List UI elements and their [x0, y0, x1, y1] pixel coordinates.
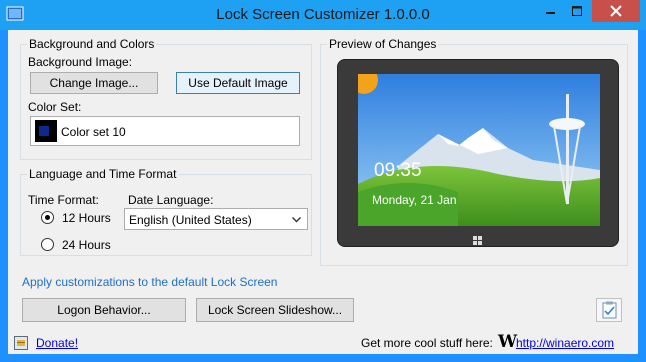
use-default-image-button[interactable]: Use Default Image — [176, 72, 300, 94]
donate-link[interactable]: Donate! — [36, 336, 78, 350]
apply-customizations-link[interactable]: Apply customizations to the default Lock… — [22, 275, 277, 289]
winaero-link[interactable]: http://winaero.com — [516, 336, 614, 350]
background-colors-group-title: Background and Colors — [27, 37, 157, 51]
lock-screen-date: Monday, 21 Jan — [372, 193, 457, 207]
winaero-logo-icon: W — [498, 332, 518, 352]
color-set-value: Color set 10 — [61, 125, 126, 139]
date-language-value: English (United States) — [129, 213, 252, 227]
time-format-label: Time Format: — [28, 193, 99, 207]
settings-check-button[interactable] — [596, 298, 622, 322]
lock-screen-preview: 09:35 Monday, 21 Jan — [358, 74, 600, 226]
windows-logo-icon — [473, 235, 483, 245]
color-set-dropdown[interactable]: Color set 10 — [30, 116, 300, 146]
minimize-icon — [546, 12, 555, 14]
background-image-label: Background Image: — [28, 55, 133, 69]
preview-group-title: Preview of Changes — [327, 37, 439, 51]
lock-screen-slideshow-button[interactable]: Lock Screen Slideshow... — [196, 298, 354, 322]
maximize-icon — [572, 6, 582, 16]
chevron-down-icon — [292, 217, 301, 223]
title-bar[interactable]: Lock Screen Customizer 1.0.0.0 — [0, 0, 646, 30]
client-area: Background and Colors Background Image: … — [8, 30, 638, 354]
radio-24-hours-label: 24 Hours — [62, 238, 111, 252]
change-image-button[interactable]: Change Image... — [30, 72, 158, 94]
color-set-swatch — [35, 120, 57, 142]
radio-24-hours[interactable] — [41, 238, 54, 251]
color-set-label: Color Set: — [28, 100, 82, 114]
preview-group: Preview of Changes 09:35 Monday, 21 Jan — [320, 37, 628, 266]
maximize-button[interactable] — [564, 0, 590, 22]
date-language-label: Date Language: — [128, 193, 214, 207]
app-window: Lock Screen Customizer 1.0.0.0 Backgroun… — [0, 0, 646, 362]
language-time-group-title: Language and Time Format — [27, 167, 179, 181]
lock-screen-time: 09:35 — [374, 160, 422, 181]
more-stuff-text: Get more cool stuff here: — [361, 336, 493, 350]
close-icon — [610, 5, 622, 17]
checklist-icon — [602, 301, 617, 319]
donate-icon — [14, 336, 28, 350]
radio-12-hours[interactable] — [41, 211, 54, 224]
close-button[interactable] — [592, 0, 640, 22]
minimize-button[interactable] — [538, 0, 564, 22]
logon-behavior-button[interactable]: Logon Behavior... — [22, 298, 186, 322]
radio-12-hours-label: 12 Hours — [62, 211, 111, 225]
date-language-dropdown[interactable]: English (United States) — [124, 208, 308, 230]
tablet-frame: 09:35 Monday, 21 Jan — [337, 59, 619, 247]
